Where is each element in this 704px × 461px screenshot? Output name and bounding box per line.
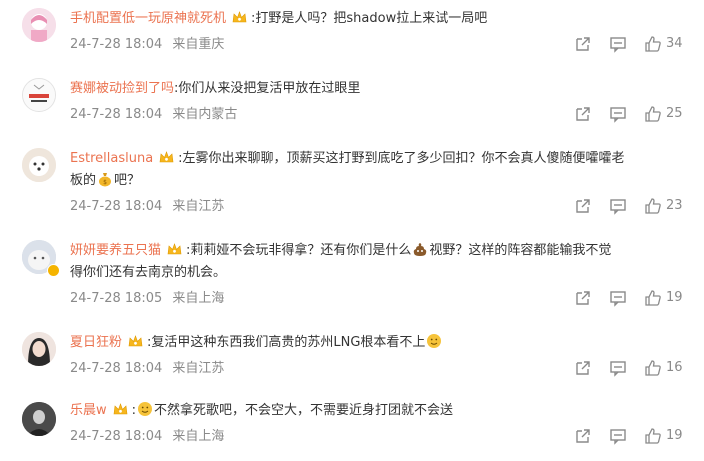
share-icon[interactable] bbox=[574, 289, 592, 307]
comment-location: 来自重庆 bbox=[172, 37, 225, 52]
comment-date: 24-7-28 18:04 bbox=[70, 107, 163, 122]
crown-badge-icon bbox=[167, 243, 182, 255]
comment-icon[interactable] bbox=[609, 289, 627, 307]
comment-date: 24-7-28 18:05 bbox=[70, 291, 163, 306]
comment-body: 赛娜被动捡到了吗:你们从来没把复活甲放在过眼里 bbox=[70, 78, 684, 100]
comment-location: 来自江苏 bbox=[172, 199, 225, 214]
like-count: 16 bbox=[666, 360, 683, 375]
comment-actions: 23 bbox=[572, 197, 692, 217]
comment-body: 乐晨w: 不然拿死歌吧，不会空大，不需要近身打团就不会送 bbox=[70, 400, 684, 422]
comment-text-line2: 板的 bbox=[70, 173, 97, 188]
thumbs-up-icon[interactable] bbox=[644, 35, 662, 53]
comment-icon[interactable] bbox=[609, 35, 627, 53]
comment-icon[interactable] bbox=[609, 197, 627, 215]
crown-badge-icon bbox=[128, 335, 143, 347]
comment-actions: 34 bbox=[572, 35, 692, 55]
like-count: 19 bbox=[666, 290, 683, 305]
comment-item: 夏日狂粉 :复活甲这种东西我们高贵的苏州LNG根本看不上 24-7-28 18:0… bbox=[0, 324, 704, 389]
username-link[interactable]: 手机配置低一玩原神就死机 bbox=[70, 11, 226, 26]
username-link[interactable]: 乐晨w bbox=[70, 403, 107, 418]
comment-date: 24-7-28 18:04 bbox=[70, 199, 163, 214]
share-icon[interactable] bbox=[574, 35, 592, 53]
comment-body: 手机配置低一玩原神就死机 :打野是人吗？把shadow拉上来试一局吧 bbox=[70, 8, 684, 30]
comment-text: :打野是人吗？把shadow拉上来试一局吧 bbox=[251, 11, 488, 26]
comment-text: :你们从来没把复活甲放在过眼里 bbox=[174, 81, 361, 96]
thumbs-up-icon[interactable] bbox=[644, 105, 662, 123]
avatar[interactable] bbox=[22, 148, 56, 182]
comment-icon[interactable] bbox=[609, 359, 627, 377]
crown-badge-icon bbox=[159, 151, 174, 163]
crown-badge-icon bbox=[113, 403, 127, 415]
username-link[interactable]: 夏日狂粉 bbox=[70, 335, 122, 350]
avatar[interactable] bbox=[22, 78, 56, 112]
comment-date: 24-7-28 18:04 bbox=[70, 429, 163, 444]
username-link[interactable]: 妍妍要养五只猫 bbox=[70, 243, 161, 258]
comment-text: : bbox=[131, 403, 137, 418]
avatar[interactable] bbox=[22, 8, 56, 42]
comment-location: 来自上海 bbox=[172, 429, 225, 444]
comment-text: :左雾你出来聊聊，顶薪买这打野到底吃了多少回扣？你不会真人傻随便嚯嚯老 bbox=[178, 151, 625, 166]
comment-text-tail: 吧？ bbox=[114, 173, 141, 188]
username-link[interactable]: Estrellasluna bbox=[70, 151, 153, 166]
username-link[interactable]: 赛娜被动捡到了吗 bbox=[70, 81, 174, 96]
comment-date: 24-7-28 18:04 bbox=[70, 37, 163, 52]
comment-location: 来自江苏 bbox=[172, 361, 225, 376]
comment-body: 夏日狂粉 :复活甲这种东西我们高贵的苏州LNG根本看不上 bbox=[70, 332, 684, 354]
comment-meta: 24-7-28 18:04 来自内蒙古 bbox=[70, 106, 247, 124]
comment-icon[interactable] bbox=[609, 427, 627, 445]
comment-list: 手机配置低一玩原神就死机 :打野是人吗？把shadow拉上来试一局吧 24-7-2… bbox=[0, 0, 704, 461]
comment-actions: 19 bbox=[572, 427, 692, 447]
smiling-face-emoji bbox=[138, 402, 153, 416]
comment-body: Estrellasluna :左雾你出来聊聊，顶薪买这打野到底吃了多少回扣？你不会… bbox=[70, 148, 684, 192]
comment-location: 来自上海 bbox=[172, 291, 225, 306]
comment-meta: 24-7-28 18:04 来自重庆 bbox=[70, 36, 234, 54]
comment-item: 乐晨w: 不然拿死歌吧，不会空大，不需要近身打团就不会送 24-7-28 18:0… bbox=[0, 394, 704, 461]
verified-badge bbox=[47, 264, 60, 277]
svg-text:$: $ bbox=[103, 179, 107, 186]
comment-meta: 24-7-28 18:04 来自江苏 bbox=[70, 198, 234, 216]
like-count: 34 bbox=[666, 36, 683, 51]
comment-location: 来自内蒙古 bbox=[172, 107, 238, 122]
comment-text: :莉莉娅不会玩非得拿？还有你们是什么 bbox=[186, 243, 412, 258]
comment-item: Estrellasluna :左雾你出来聊聊，顶薪买这打野到底吃了多少回扣？你不会… bbox=[0, 140, 704, 226]
comment-actions: 25 bbox=[572, 105, 692, 125]
comment-item: 赛娜被动捡到了吗:你们从来没把复活甲放在过眼里 24-7-28 18:04 来自内… bbox=[0, 70, 704, 135]
thumbs-up-icon[interactable] bbox=[644, 197, 662, 215]
thumbs-up-icon[interactable] bbox=[644, 289, 662, 307]
poop-emoji bbox=[414, 243, 427, 256]
comment-actions: 19 bbox=[572, 289, 692, 309]
thumbs-up-icon[interactable] bbox=[644, 359, 662, 377]
comment-icon[interactable] bbox=[609, 105, 627, 123]
avatar[interactable] bbox=[22, 402, 56, 436]
share-icon[interactable] bbox=[574, 105, 592, 123]
smiling-face-emoji bbox=[427, 334, 442, 348]
comment-item: 手机配置低一玩原神就死机 :打野是人吗？把shadow拉上来试一局吧 24-7-2… bbox=[0, 0, 704, 65]
comment-date: 24-7-28 18:04 bbox=[70, 361, 163, 376]
like-count: 19 bbox=[666, 428, 683, 443]
share-icon[interactable] bbox=[574, 197, 592, 215]
money-bag-emoji: $ bbox=[99, 173, 112, 187]
comment-text-tail: 不然拿死歌吧，不会空大，不需要近身打团就不会送 bbox=[154, 403, 454, 418]
like-count: 25 bbox=[666, 106, 683, 121]
share-icon[interactable] bbox=[574, 427, 592, 445]
comment-text: :复活甲这种东西我们高贵的苏州LNG根本看不上 bbox=[147, 335, 426, 350]
like-count: 23 bbox=[666, 198, 683, 213]
avatar[interactable] bbox=[22, 332, 56, 366]
thumbs-up-icon[interactable] bbox=[644, 427, 662, 445]
comment-actions: 16 bbox=[572, 359, 692, 379]
comment-item: 妍妍要养五只猫:莉莉娅不会玩非得拿？还有你们是什么 视野？这样的阵容都能输我不觉 … bbox=[0, 232, 704, 318]
comment-meta: 24-7-28 18:04 来自上海 bbox=[70, 428, 234, 446]
comment-meta: 24-7-28 18:04 来自江苏 bbox=[70, 360, 234, 378]
share-icon[interactable] bbox=[574, 359, 592, 377]
comment-meta: 24-7-28 18:05 来自上海 bbox=[70, 290, 234, 308]
comment-body: 妍妍要养五只猫:莉莉娅不会玩非得拿？还有你们是什么 视野？这样的阵容都能输我不觉 … bbox=[70, 240, 684, 284]
comment-text-tail: 视野？这样的阵容都能输我不觉 bbox=[429, 243, 612, 258]
comment-text-line2: 得你们还有去南京的机会。 bbox=[70, 265, 227, 280]
crown-badge-icon bbox=[232, 11, 247, 23]
